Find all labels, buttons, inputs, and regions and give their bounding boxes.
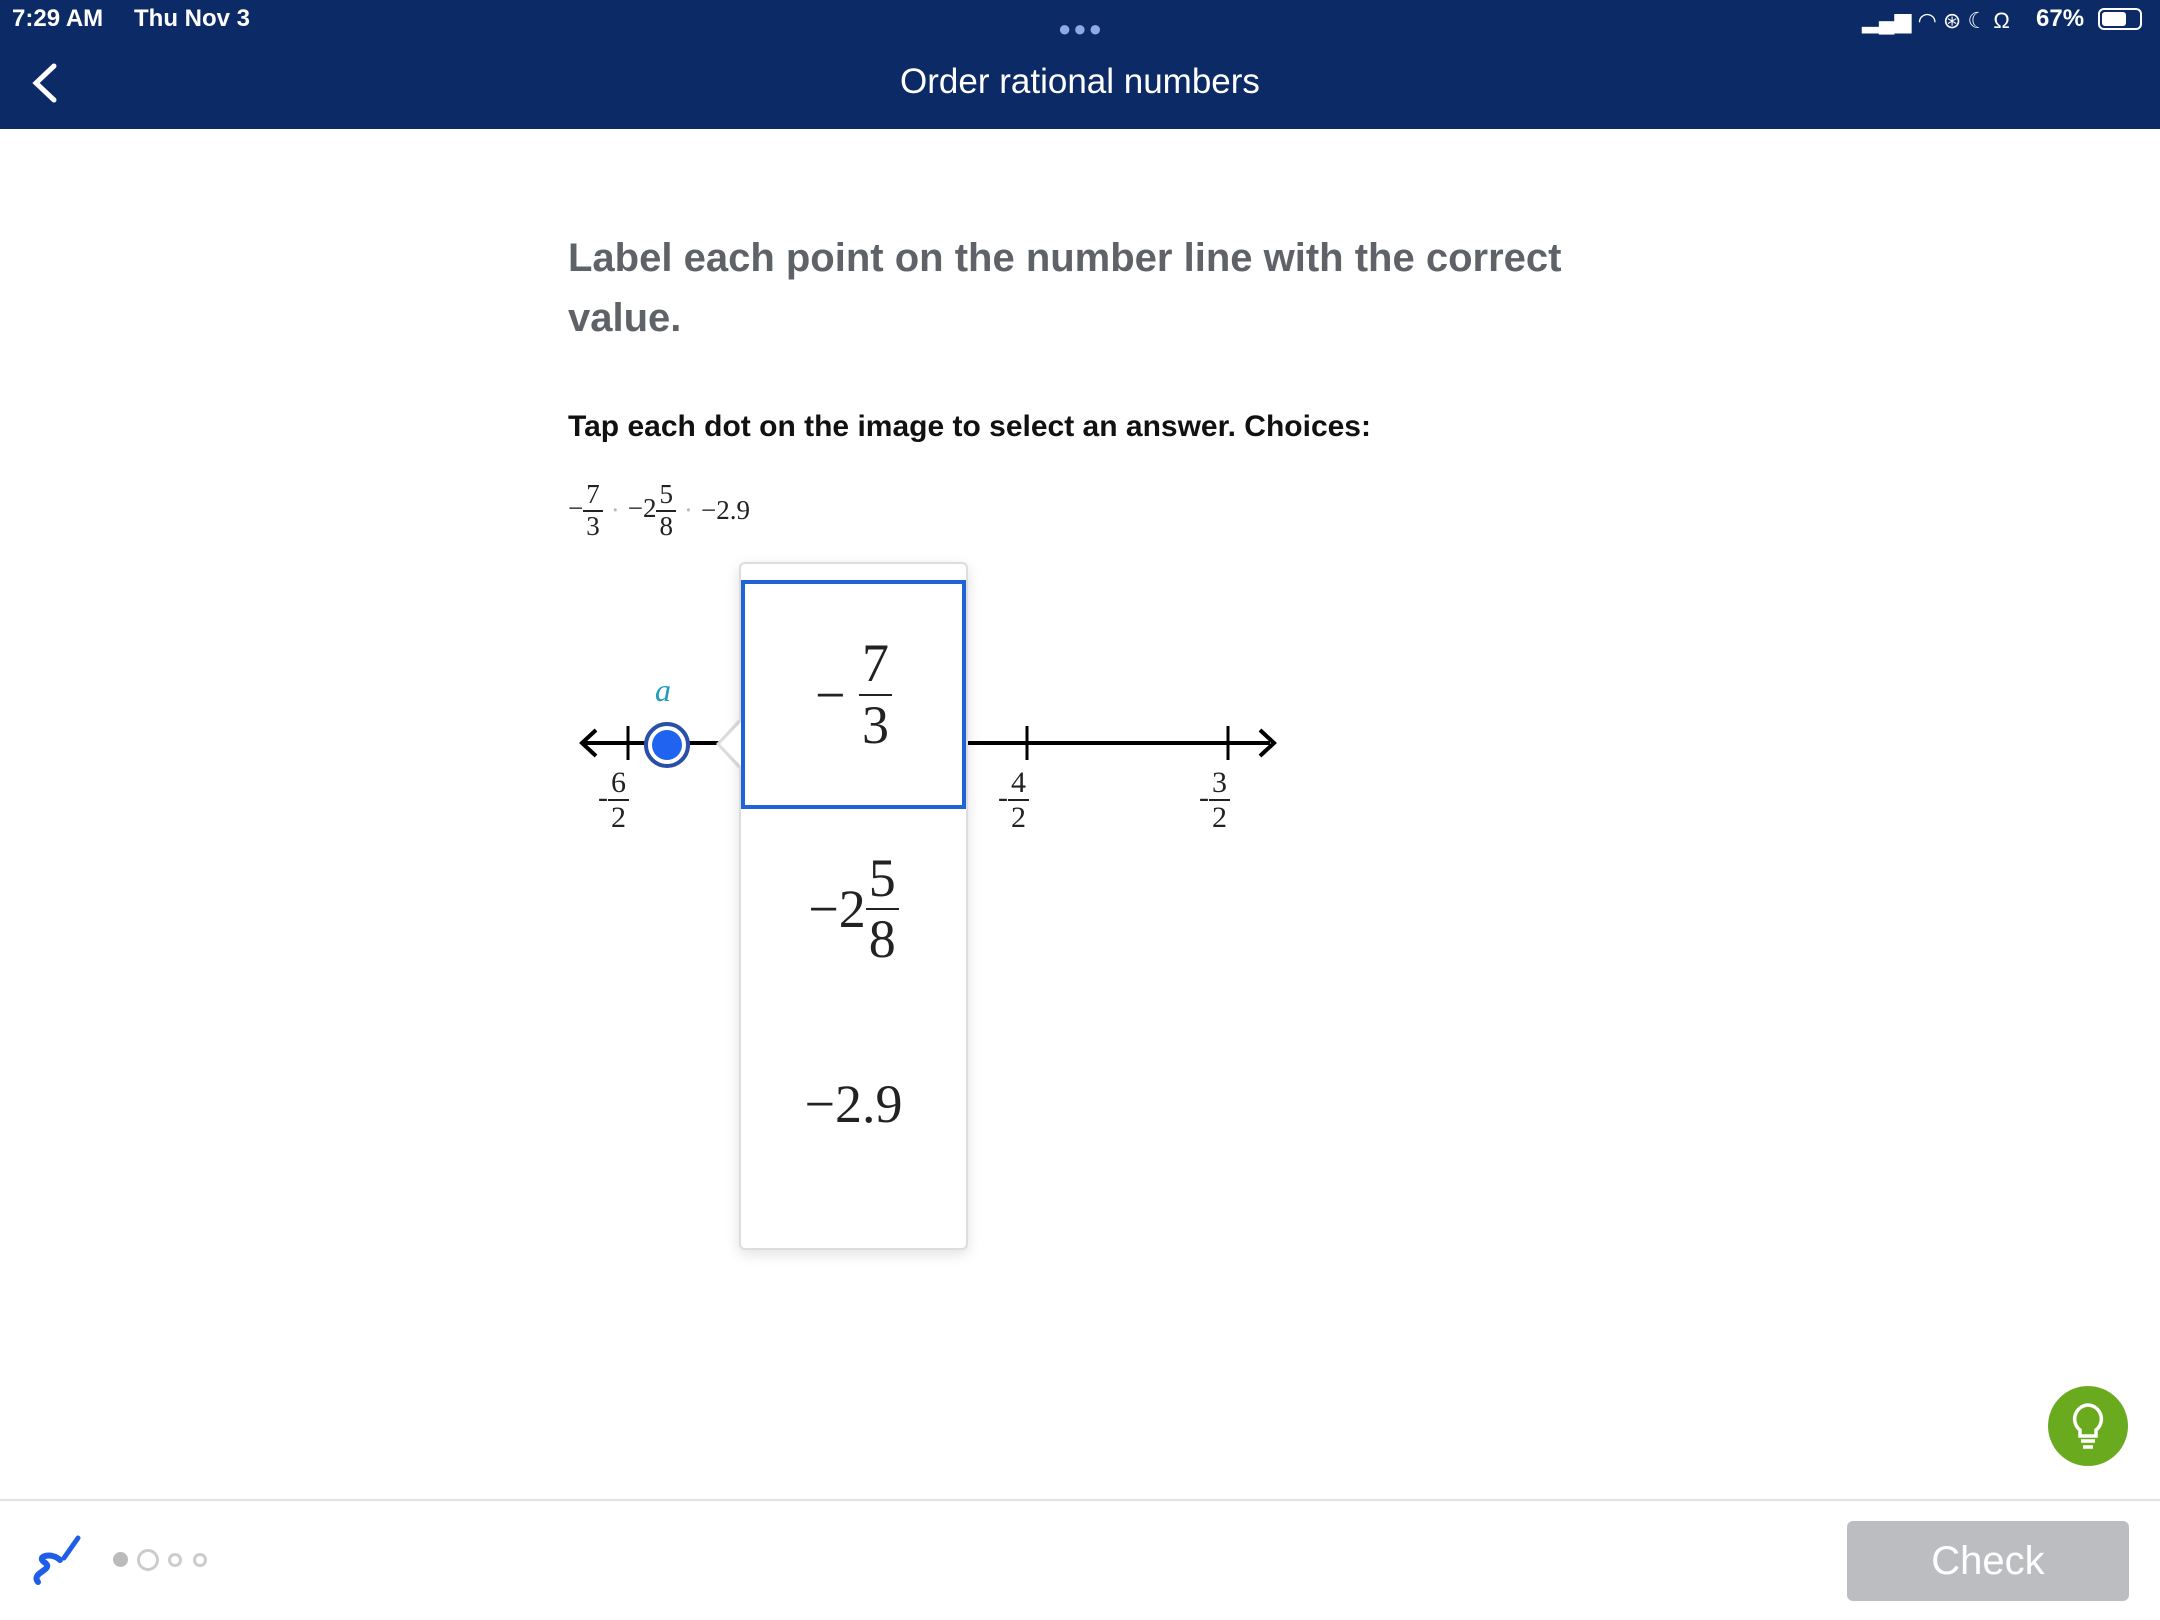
check-button[interactable]: Check	[1847, 1521, 2129, 1601]
page-title: Order rational numbers	[900, 62, 1260, 101]
choice-0: −7 3	[568, 479, 603, 541]
lightbulb-icon	[2072, 1403, 2104, 1449]
headphones-icon: Ω	[1993, 8, 2010, 33]
question-prompt: Label each point on the number line with…	[568, 236, 1562, 340]
signal-icon: ▂▄▆	[1862, 8, 1912, 33]
progress-dot-2	[137, 1549, 159, 1571]
dropdown-option-1[interactable]: −2 5 8	[741, 809, 966, 1009]
battery-icon	[2098, 8, 2142, 30]
moon-icon: ☾	[1967, 8, 1988, 33]
dropdown-option-2[interactable]: −2.9	[741, 1034, 966, 1174]
dropdown-pointer-inner	[720, 722, 741, 766]
wifi-icon: ◠	[1917, 8, 1937, 33]
choice-2: −2.9	[700, 495, 750, 526]
instruction-text: Tap each dot on the image to select an a…	[568, 410, 1371, 443]
progress-dot-1	[113, 1552, 128, 1567]
choice-1: −2 5 8	[628, 479, 676, 541]
battery-percent: 67%	[2036, 5, 2085, 32]
tick-label-2: -32	[1199, 766, 1230, 834]
top-bar: 7:29 AM Thu Nov 3 ●●● ▂▄▆ ◠ ⊛ ☾ Ω 67% Or…	[0, 0, 2160, 129]
hint-button[interactable]	[2048, 1386, 2128, 1466]
choices-list: −7 3 · −2 5 8 · −2.9	[568, 479, 750, 541]
point-a-fill	[652, 730, 682, 760]
tick-label-1: -42	[998, 766, 1029, 834]
scratchpad-pencil-icon[interactable]	[30, 1532, 85, 1587]
tick-label-0: -62	[598, 766, 629, 834]
dropdown-option-0[interactable]: − 73	[741, 580, 966, 809]
multitask-dots-icon[interactable]: ●●●	[1058, 16, 1104, 42]
answer-dropdown: − 73 −2 5 8 −2.9	[739, 562, 968, 1250]
progress-dot-3	[168, 1553, 182, 1567]
progress-dot-4	[193, 1553, 207, 1567]
status-time: 7:29 AM	[12, 5, 104, 32]
footer-divider	[0, 1499, 2160, 1501]
status-date: Thu Nov 3	[134, 5, 251, 32]
point-label: a	[655, 672, 671, 708]
status-icons: ▂▄▆ ◠ ⊛ ☾ Ω	[1862, 8, 2010, 34]
orientation-lock-icon: ⊛	[1942, 8, 1962, 33]
